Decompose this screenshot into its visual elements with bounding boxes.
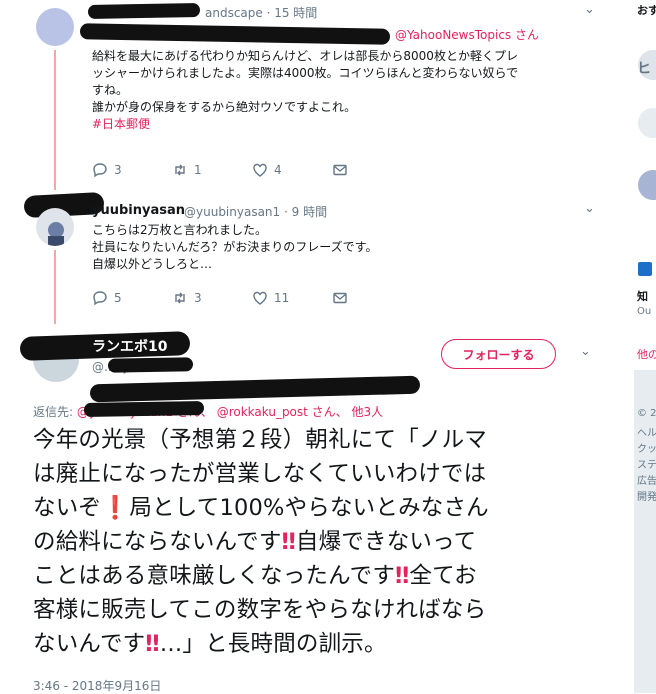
tweet1-line: 給料を最大にあげる代わりか知らんけど、オレは部長から8000枚とか軽くプレ xyxy=(92,49,518,63)
heart-icon xyxy=(252,162,268,178)
card-sub: Ou xyxy=(637,306,652,317)
tweet2-text: こちらは2万枚と言われました。 社員になりたいんだろ？がお決まりのフレーズです。… xyxy=(92,222,377,273)
double-exclamation-icon: ‼ xyxy=(395,563,410,589)
footer-link[interactable]: 開発 xyxy=(637,488,656,503)
text-segment: 自爆できないって xyxy=(295,529,477,555)
tweet2-line: こちらは2万枚と言われました。 xyxy=(92,223,268,237)
heart-icon xyxy=(252,290,268,306)
envelope-icon xyxy=(332,290,348,306)
card-initial: ヒ xyxy=(637,61,651,77)
double-exclamation-icon: ‼ xyxy=(145,631,160,657)
retweet-count: 3 xyxy=(194,291,202,305)
like-count: 11 xyxy=(274,291,290,305)
reply-icon xyxy=(92,290,108,306)
footer-link[interactable]: クッ xyxy=(637,440,656,455)
right-sidebar: おす ヒ 知 Ou 他の © 20 ヘル クッ ステ 広告 開発 xyxy=(634,0,656,693)
avatar[interactable] xyxy=(638,108,656,138)
text-segment: ことはある意味厳しくなったんです xyxy=(33,563,396,589)
tweet2-actions: 5 3 11 xyxy=(92,290,392,308)
footer-link[interactable]: ステ xyxy=(637,456,656,471)
dm-button[interactable] xyxy=(332,290,348,306)
tweet3-text: 今年の光景（予想第２段）朝礼にて「ノルマ は廃止になったが営業しなくていいわけで… xyxy=(33,423,623,661)
tweet3-line: ないんです‼…」と長時間の訓示。 xyxy=(33,627,623,661)
tweet1-text: 給料を最大にあげる代わりか知らんけど、オレは部長から8000枚とか軽くプレ ッシ… xyxy=(92,48,518,133)
reply-count: 3 xyxy=(114,163,122,177)
avatar[interactable] xyxy=(36,8,74,46)
hashtag-link[interactable]: #日本郵便 xyxy=(92,116,518,133)
text-segment: 客様に販売してこの数字をやらなければなら xyxy=(33,597,487,623)
chevron-down-icon[interactable]: ⌄ xyxy=(584,201,595,216)
tweet2-handle: @yuubinyasan1 · 9 時間 xyxy=(184,205,328,219)
outlook-icon xyxy=(638,262,652,276)
footer-link[interactable]: ヘル xyxy=(637,424,656,439)
text-segment: は廃止になったが営業しなくていいわけでは xyxy=(33,461,487,487)
retweet-button[interactable]: 3 xyxy=(172,290,202,306)
reply-mention[interactable]: @rokkaku_post さん、 xyxy=(217,405,348,419)
thread-line xyxy=(54,250,56,324)
like-count: 4 xyxy=(274,163,282,177)
avatar[interactable] xyxy=(36,208,74,246)
reply-others[interactable]: 他3人 xyxy=(352,405,384,419)
tweet3-name[interactable]: ランエボ10 xyxy=(92,336,167,356)
like-button[interactable]: 11 xyxy=(252,290,289,306)
reply-button[interactable]: 3 xyxy=(92,162,122,178)
retweet-button[interactable]: 1 xyxy=(172,162,202,178)
tweet2-line: 自爆以外どうしろと… xyxy=(92,257,213,271)
tweet3-line: ないぞ❗局として100%やらないとみなさん xyxy=(33,491,623,525)
suggestions-header: おす xyxy=(637,4,656,17)
double-exclamation-icon: ‼ xyxy=(281,529,296,555)
follow-button[interactable]: フォローする xyxy=(441,339,556,369)
avatar[interactable] xyxy=(638,170,656,200)
thread-line xyxy=(54,50,56,190)
dm-button[interactable] xyxy=(332,162,348,178)
tweet3-line: の給料にならないんです‼自爆できないって xyxy=(33,525,623,559)
redacted-name xyxy=(87,3,201,19)
text-segment: 局として100%やらないとみなさん xyxy=(129,495,489,521)
redacted-handle xyxy=(107,357,194,373)
tweet3-line: ことはある意味厳しくなったんです‼全てお xyxy=(33,559,623,593)
tweet3-line: は廃止になったが営業しなくていいわけでは xyxy=(33,457,623,491)
chevron-down-icon[interactable]: ⌄ xyxy=(580,344,591,359)
envelope-icon xyxy=(332,162,348,178)
more-link[interactable]: 他の xyxy=(637,346,656,362)
tweet-thread: andscape · 15 時間 ⌄ @YahooNewsTopics さん 給… xyxy=(0,0,634,693)
like-button[interactable]: 4 xyxy=(252,162,282,178)
text-segment: ないぞ xyxy=(33,495,102,521)
suggestions-card: おす ヒ 知 Ou 他の xyxy=(634,0,656,370)
text-segment: ないんです xyxy=(33,631,146,657)
tweet1-line: 誰かが身の保身をするから絶対ウソですよこれ。 xyxy=(92,100,357,114)
tweet1-actions: 3 1 4 xyxy=(92,162,392,180)
reply-button[interactable]: 5 xyxy=(92,290,122,306)
tweet2-line: 社員になりたいんだろ？がお決まりのフレーズです。 xyxy=(92,240,378,254)
reply-icon xyxy=(92,162,108,178)
reply-to-mention[interactable]: @YahooNewsTopics さん xyxy=(395,26,539,43)
redacted-profile-strip xyxy=(89,375,421,403)
tweet1-line: ッシャーかけられましたよ。実際は4000枚。コイツらほんと変わらない奴らで xyxy=(92,66,519,80)
retweet-icon xyxy=(172,162,188,178)
tweet3-line: 客様に販売してこの数字をやらなければなら xyxy=(33,593,623,627)
redacted-reply-to xyxy=(79,23,391,45)
text-segment: …」と長時間の訓示。 xyxy=(159,631,387,657)
tweet1-line: すね。 xyxy=(92,83,129,97)
text-segment: 今年の光景（予想第２段）朝礼にて「ノルマ xyxy=(33,427,488,453)
tweet2-name[interactable]: yuubinyasan xyxy=(92,203,185,218)
tweet3-line: 今年の光景（予想第２段）朝礼にて「ノルマ xyxy=(33,423,623,457)
reply-count: 5 xyxy=(114,291,122,305)
card-label[interactable]: 知 xyxy=(637,288,648,304)
footer-link[interactable]: 広告 xyxy=(637,472,656,487)
exclamation-icon: ❗ xyxy=(101,495,130,521)
chevron-down-icon[interactable]: ⌄ xyxy=(584,2,595,17)
text-segment: 全てお xyxy=(409,563,477,589)
footer-link[interactable]: © 20 xyxy=(637,408,656,419)
tweet-timestamp[interactable]: 3:46 - 2018年9月16日 xyxy=(33,677,161,694)
tweet1-handle: andscape · 15 時間 xyxy=(205,6,318,20)
text-segment: の給料にならないんです xyxy=(33,529,282,555)
retweet-count: 1 xyxy=(194,163,202,177)
reply-to-label: 返信先: xyxy=(33,405,74,419)
retweet-icon xyxy=(172,290,188,306)
redacted-reply-to xyxy=(83,400,205,418)
